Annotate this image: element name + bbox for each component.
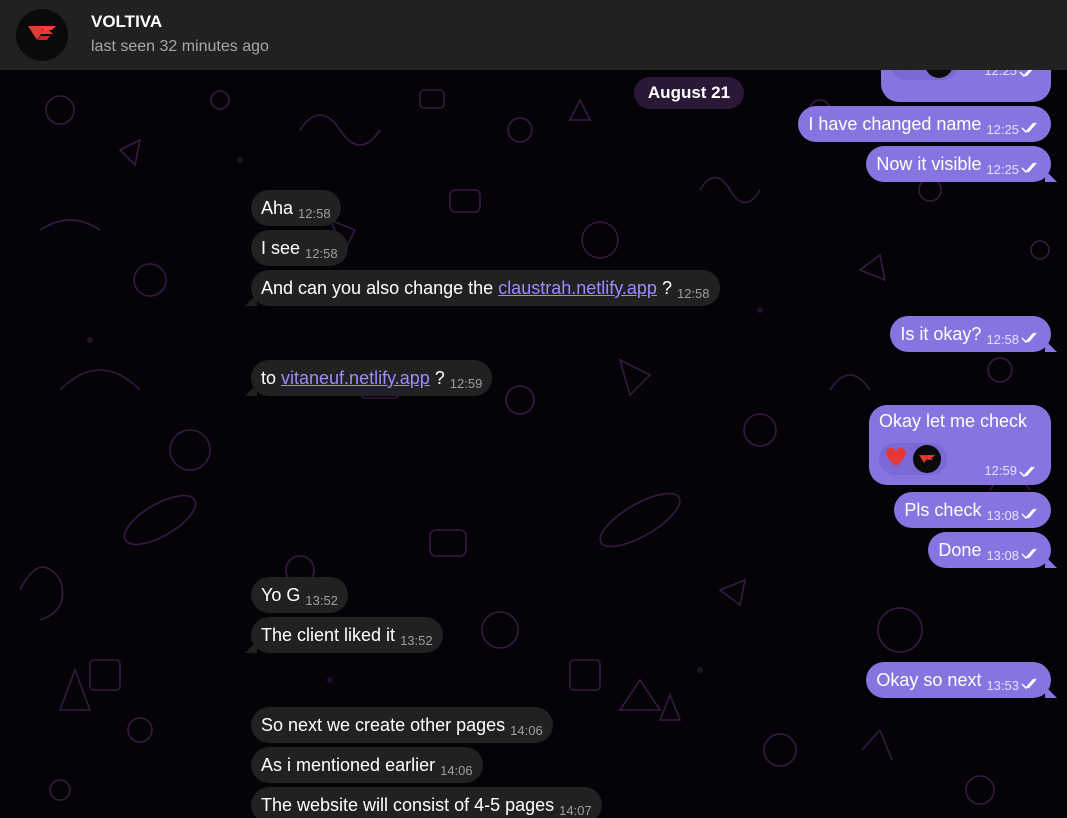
message-time: 12:59 [984, 463, 1017, 478]
message-text: ? [656, 278, 672, 298]
message-time: 12:25 [984, 70, 1017, 78]
reaction-group[interactable] [879, 443, 947, 475]
outgoing-message[interactable]: 12:25 [881, 70, 1051, 102]
incoming-message[interactable]: As i mentioned earlier 14:06 [251, 747, 483, 783]
incoming-message[interactable]: The website will consist of 4-5 pages 14:… [251, 787, 602, 818]
read-checkmarks-icon [1019, 70, 1039, 83]
read-checkmarks-icon [1021, 320, 1041, 356]
message-text: Now it visible [876, 154, 982, 174]
incoming-message[interactable]: Aha 12:58 [251, 190, 341, 226]
message-text: So next we create other pages [261, 715, 506, 735]
message-time: 12:25 [986, 162, 1019, 177]
message-text: Yo G [261, 585, 301, 605]
message-time: 13:53 [986, 678, 1019, 693]
message-text: I see [261, 238, 301, 258]
chat-title[interactable]: VOLTIVA [91, 12, 162, 32]
heart-icon [885, 447, 907, 472]
last-seen-status: last seen 32 minutes ago [91, 38, 269, 55]
message-time: 12:58 [676, 286, 710, 301]
outgoing-message[interactable]: Okay let me check 12:59 [869, 405, 1051, 485]
message-text: As i mentioned earlier [261, 755, 436, 775]
incoming-message[interactable]: The client liked it 13:52 [251, 617, 443, 653]
message-link[interactable]: claustrah.netlify.app [498, 278, 657, 298]
read-checkmarks-icon [1019, 465, 1039, 483]
incoming-message[interactable]: So next we create other pages 14:06 [251, 707, 553, 743]
message-text: The client liked it [261, 625, 396, 645]
incoming-message[interactable]: And can you also change the claustrah.ne… [251, 270, 720, 306]
message-time: 13:52 [305, 593, 338, 608]
voltiva-logo-icon [26, 21, 58, 50]
read-checkmarks-icon [1021, 536, 1041, 572]
message-text: Okay so next [876, 670, 982, 690]
date-separator: August 21 [634, 77, 744, 109]
voltiva-avatar-icon [913, 445, 941, 473]
message-text: Is it okay? [900, 324, 982, 344]
voltiva-avatar-icon [925, 70, 953, 78]
message-time: 14:06 [510, 723, 543, 738]
message-time: 12:59 [449, 376, 483, 391]
reaction-group[interactable] [891, 70, 959, 80]
outgoing-message[interactable]: Done 13:08 [928, 532, 1051, 568]
message-text: Done [938, 540, 982, 560]
incoming-message[interactable]: Yo G 13:52 [251, 577, 348, 613]
message-link[interactable]: vitaneuf.netlify.app [281, 368, 430, 388]
outgoing-message[interactable]: Pls check 13:08 [894, 492, 1051, 528]
chat-messages-area[interactable]: August 21 12:25 I have changed name 12:25… [0, 70, 1067, 818]
avatar[interactable] [16, 9, 68, 61]
chat-header: VOLTIVA last seen 32 minutes ago [0, 0, 1067, 70]
outgoing-message[interactable]: I have changed name 12:25 [798, 106, 1051, 142]
message-text: ? [429, 368, 445, 388]
read-checkmarks-icon [1021, 150, 1041, 186]
message-text: Pls check [904, 500, 982, 520]
message-text: Okay let me check [879, 411, 1028, 431]
message-text: to [261, 368, 282, 388]
read-checkmarks-icon [1021, 496, 1041, 532]
message-time: 14:06 [440, 763, 473, 778]
read-checkmarks-icon [1021, 666, 1041, 702]
message-text: And can you also change the [261, 278, 499, 298]
message-text: The website will consist of 4-5 pages [261, 795, 555, 815]
message-text: I have changed name [808, 114, 982, 134]
message-time: 12:58 [305, 246, 338, 261]
message-time: 14:07 [559, 803, 592, 818]
message-time: 13:52 [400, 633, 433, 648]
heart-icon [897, 70, 919, 77]
outgoing-message[interactable]: Now it visible 12:25 [866, 146, 1051, 182]
outgoing-message[interactable]: Okay so next 13:53 [866, 662, 1051, 698]
message-time: 12:25 [986, 122, 1019, 137]
message-text: Aha [261, 198, 294, 218]
message-time: 13:08 [986, 548, 1019, 563]
outgoing-message[interactable]: Is it okay? 12:58 [890, 316, 1051, 352]
incoming-message[interactable]: to vitaneuf.netlify.app ? 12:59 [251, 360, 493, 396]
message-time: 12:58 [986, 332, 1019, 347]
read-checkmarks-icon [1021, 110, 1041, 146]
message-time: 13:08 [986, 508, 1019, 523]
message-time: 12:58 [298, 206, 331, 221]
incoming-message[interactable]: I see 12:58 [251, 230, 348, 266]
